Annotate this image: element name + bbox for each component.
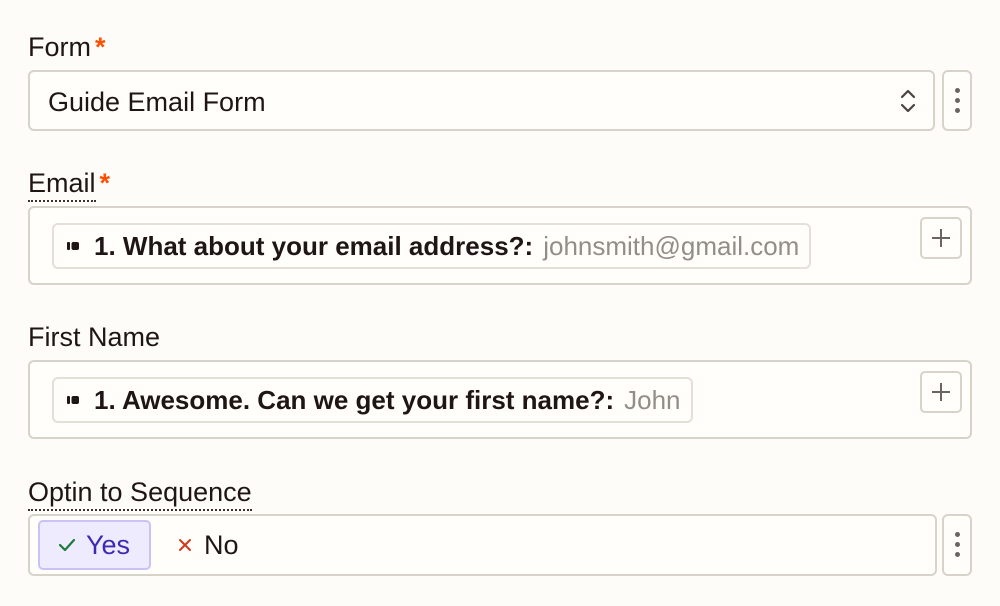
form-label: Form * — [28, 31, 106, 63]
email-label: Email * — [28, 167, 110, 202]
optin-no-option[interactable]: No — [178, 520, 239, 570]
first-name-mapped-value-pill[interactable]: 1. Awesome. Can we get your first name?:… — [52, 377, 693, 423]
email-mapped-value-pill[interactable]: 1. What about your email address?: johns… — [52, 223, 812, 269]
first-name-field[interactable]: 1. Awesome. Can we get your first name?:… — [28, 360, 972, 439]
x-icon — [179, 539, 191, 551]
action-fields-panel: Form * Guide Email Form Email * 1. What ab… — [0, 0, 1000, 606]
required-asterisk: * — [99, 168, 111, 198]
form-select[interactable]: Guide Email Form — [28, 70, 935, 131]
first-name-mapped-question: 1. Awesome. Can we get your first name?: — [94, 384, 615, 415]
kebab-dot — [955, 98, 960, 103]
email-mapped-question: 1. What about your email address?: — [94, 230, 534, 261]
first-name-label-text: First Name — [28, 322, 161, 352]
first-name-label: First Name — [28, 321, 160, 353]
form-label-text: Form — [28, 32, 91, 62]
first-name-mapped-sample: John — [624, 384, 681, 415]
email-insert-data-button[interactable] — [920, 217, 962, 259]
optin-toggle-group: Yes No — [28, 514, 937, 576]
form-more-button[interactable] — [942, 70, 972, 131]
optin-label: Optin to Sequence — [28, 476, 252, 511]
optin-more-button[interactable] — [942, 514, 972, 576]
chevron-up-down-icon — [900, 89, 916, 113]
required-asterisk: * — [95, 32, 106, 62]
kebab-dot — [955, 542, 960, 547]
form-select-value: Guide Email Form — [48, 87, 266, 117]
app-icon — [67, 396, 79, 404]
kebab-dot — [955, 88, 960, 93]
plus-icon — [932, 383, 950, 401]
first-name-insert-data-button[interactable] — [920, 371, 962, 413]
plus-icon — [932, 229, 950, 247]
email-mapped-sample: johnsmith@gmail.com — [543, 230, 800, 261]
email-field[interactable]: 1. What about your email address?: johns… — [28, 206, 972, 285]
optin-no-label: No — [204, 529, 239, 560]
optin-yes-option[interactable]: Yes — [38, 520, 151, 570]
email-label-text: Email — [28, 167, 96, 202]
app-icon — [67, 242, 79, 250]
kebab-dot — [955, 532, 960, 537]
optin-yes-label: Yes — [86, 529, 131, 560]
optin-label-text: Optin to Sequence — [28, 476, 252, 511]
kebab-dot — [955, 108, 960, 113]
check-icon — [58, 538, 76, 552]
kebab-dot — [955, 552, 960, 557]
